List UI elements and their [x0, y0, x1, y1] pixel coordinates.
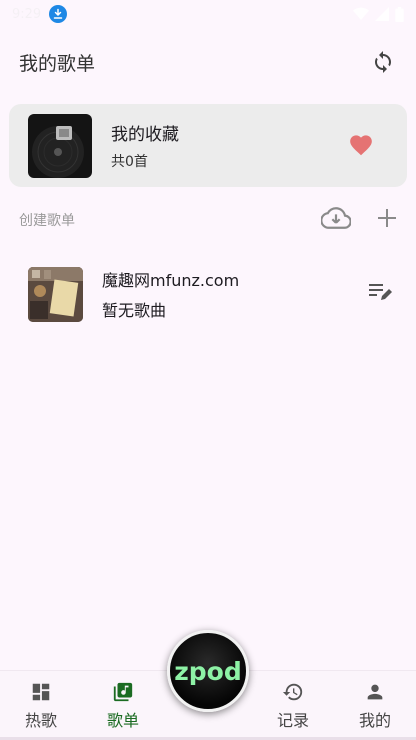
- nav-label: 我的: [358, 710, 391, 730]
- wifi-icon: [353, 7, 369, 20]
- edit-playlist-button[interactable]: [368, 282, 392, 306]
- playlist-edit-icon: [369, 284, 392, 300]
- favorites-cover: [28, 113, 92, 178]
- player-fab-button[interactable]: zpod: [167, 630, 249, 712]
- add-playlist-button[interactable]: [377, 208, 397, 232]
- cloud-download-icon: [320, 207, 352, 229]
- favorites-title: 我的收藏: [111, 125, 179, 145]
- playlist-subtitle: 暂无歌曲: [102, 301, 167, 320]
- header: 我的歌单: [0, 40, 416, 84]
- download-icon: [49, 5, 68, 23]
- status-bar: 9:29: [0, 0, 416, 28]
- nav-item-playlists[interactable]: 歌单: [82, 671, 164, 740]
- playlist-title: 魔趣网mfunz.com: [102, 271, 240, 290]
- battery-icon: [395, 6, 404, 22]
- person-icon: [367, 684, 383, 699]
- nav-item-history[interactable]: 记录: [252, 671, 334, 740]
- sync-button[interactable]: [369, 48, 397, 76]
- signal-icon: [375, 7, 389, 21]
- nav-item-hot[interactable]: 热歌: [0, 671, 82, 740]
- playlist-cover: [28, 266, 83, 322]
- status-icons: [353, 6, 404, 22]
- heart-icon: [350, 134, 372, 155]
- nav-label: 热歌: [24, 710, 57, 730]
- music-library-icon: [113, 682, 133, 701]
- plus-icon: [378, 209, 396, 227]
- cloud-download-button[interactable]: [320, 207, 352, 233]
- fab-logo-text: zpod: [174, 656, 242, 686]
- favorites-count: 共0首: [111, 154, 148, 170]
- dashboard-icon: [32, 683, 50, 700]
- nav-label: 歌单: [106, 710, 139, 730]
- heart-button[interactable]: [348, 132, 374, 160]
- favorites-card[interactable]: 我的收藏 共0首: [9, 104, 407, 187]
- section-label: 创建歌单: [19, 213, 75, 229]
- nav-label: 记录: [276, 710, 309, 730]
- list-item[interactable]: 魔趣网mfunz.com 暂无歌曲: [0, 258, 416, 330]
- page-title: 我的歌单: [19, 52, 96, 75]
- sync-icon: [375, 51, 391, 73]
- nav-item-me[interactable]: 我的: [334, 671, 416, 740]
- section-header: 创建歌单: [0, 200, 416, 240]
- history-icon: [282, 683, 303, 700]
- status-time: 9:29: [12, 6, 42, 22]
